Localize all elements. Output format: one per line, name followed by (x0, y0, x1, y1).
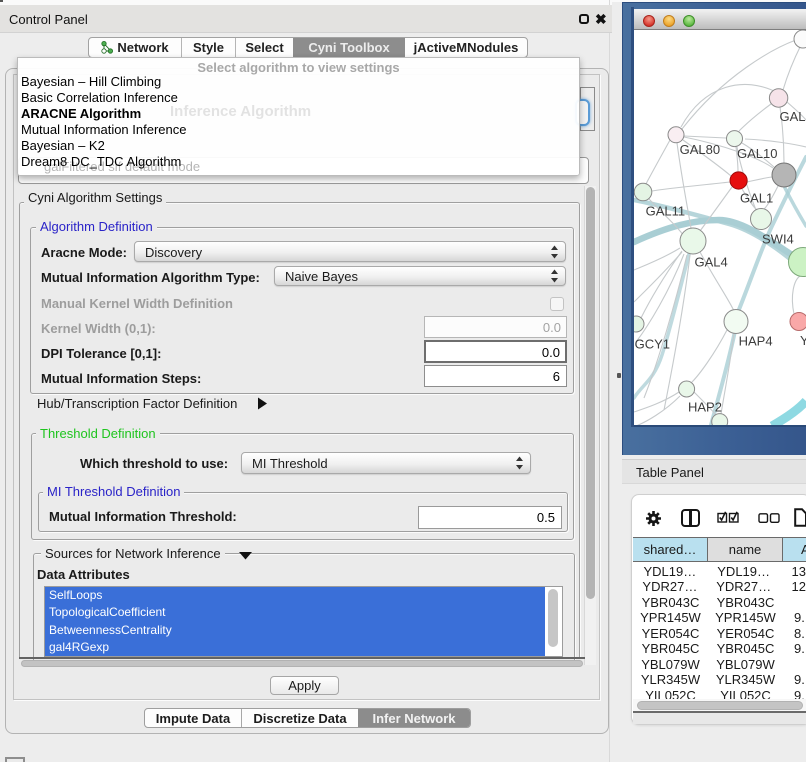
svg-text:GAL80: GAL80 (680, 142, 720, 157)
svg-text:Y: Y (800, 333, 806, 348)
svg-text:GAL1: GAL1 (740, 191, 773, 206)
svg-text:SWI4: SWI4 (762, 232, 794, 247)
svg-text:HAP4: HAP4 (739, 333, 773, 348)
svg-text:GAL7: GAL7 (780, 109, 806, 124)
svg-text:GAL10: GAL10 (737, 146, 777, 161)
svg-text:GAL11: GAL11 (646, 204, 686, 219)
svg-text:HAP2: HAP2 (688, 400, 722, 415)
svg-text:GCY1: GCY1 (635, 337, 670, 352)
svg-text:GAL4: GAL4 (695, 255, 728, 270)
